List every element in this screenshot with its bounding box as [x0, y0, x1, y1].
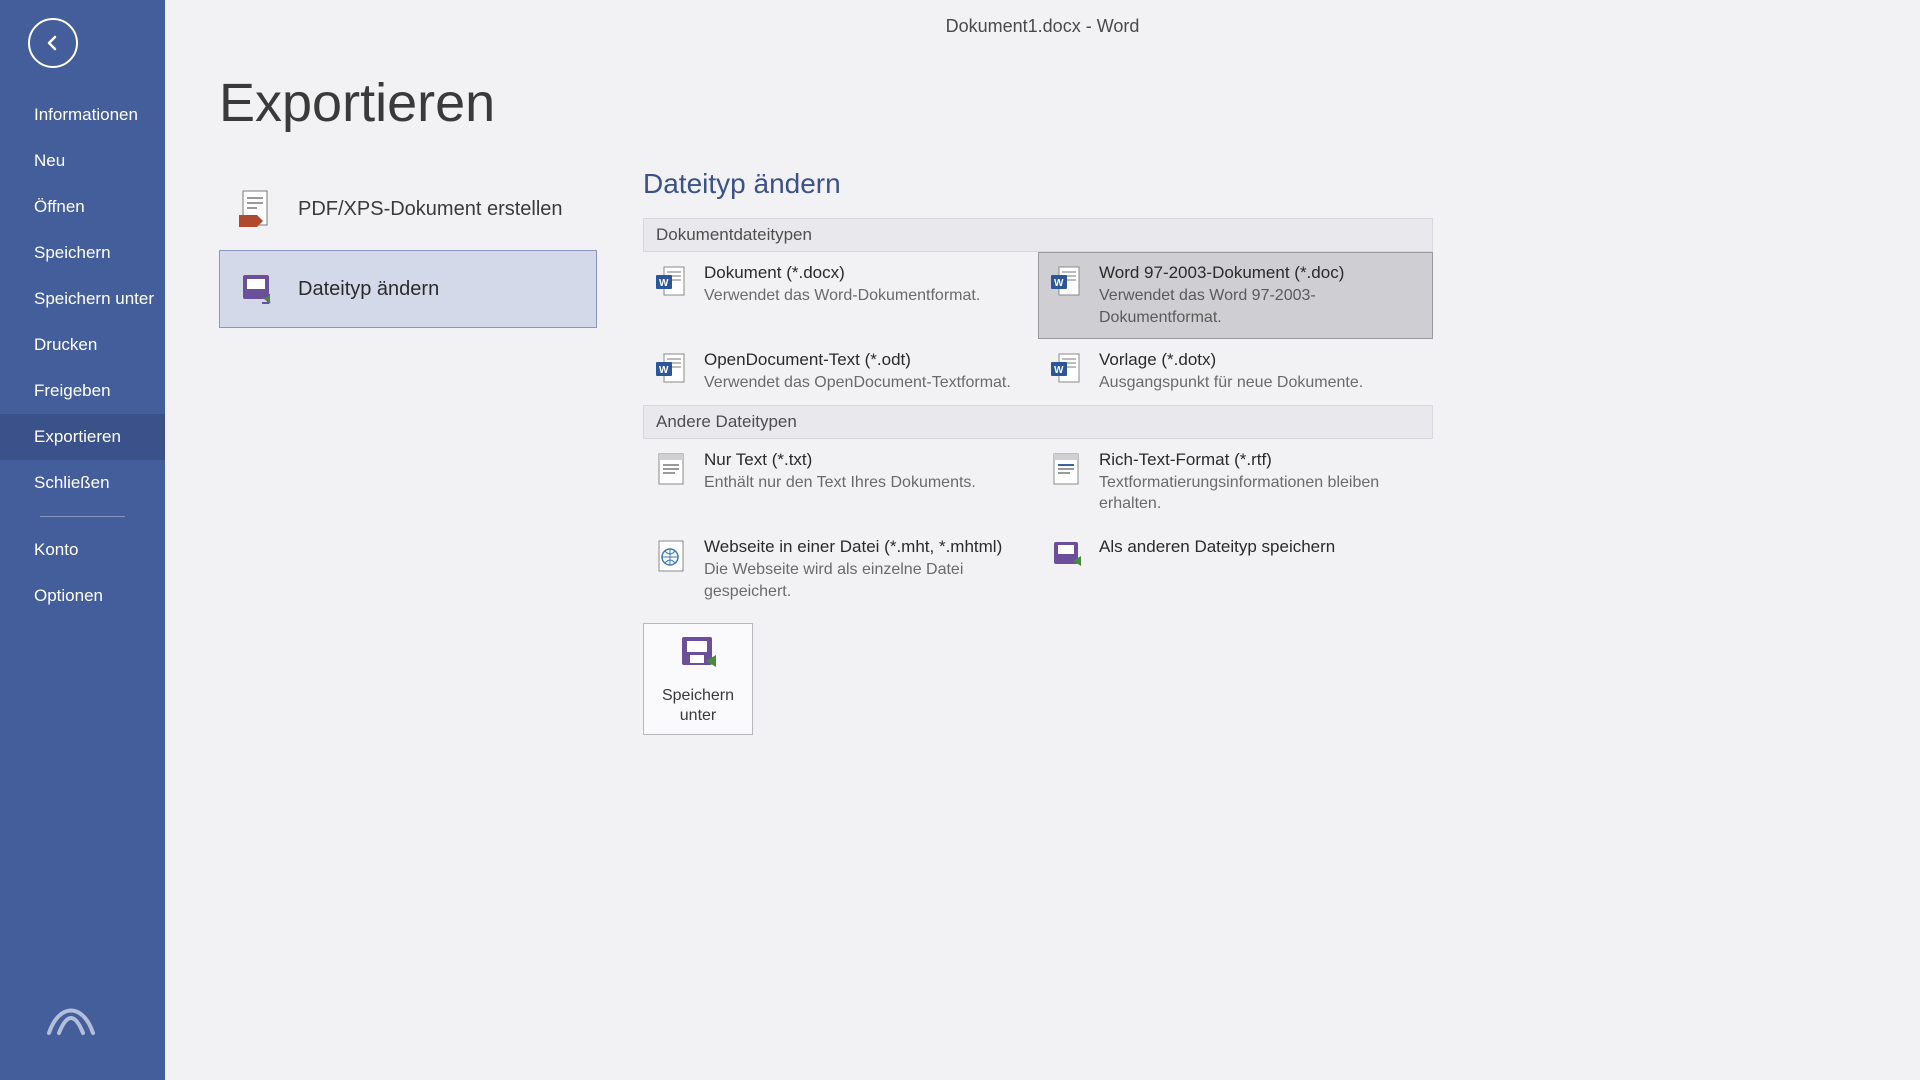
filetype-other[interactable]: Als anderen Dateityp speichern — [1038, 526, 1433, 613]
export-option-change-filetype[interactable]: Dateityp ändern — [219, 250, 597, 328]
save-as-button-label: Speichern unter — [644, 686, 752, 726]
word-icon: W — [1051, 350, 1085, 391]
filetype-desc: Enthält nur den Text Ihres Dokuments. — [704, 472, 976, 494]
filetype-name: Webseite in einer Datei (*.mht, *.mhtml) — [704, 537, 1025, 557]
filetype-name: Als anderen Dateityp speichern — [1099, 537, 1335, 557]
filetype-dotx[interactable]: W Vorlage (*.dotx) Ausgangspunkt für neu… — [1038, 339, 1433, 405]
sidebar-item-optionen[interactable]: Optionen — [0, 573, 165, 619]
word-icon: W — [656, 263, 690, 304]
filetype-desc: Verwendet das Word 97-2003-Dokumentforma… — [1099, 285, 1420, 328]
filetype-rtf[interactable]: Rich-Text-Format (*.rtf) Textformatierun… — [1038, 439, 1433, 526]
filetype-desc: Ausgangspunkt für neue Dokumente. — [1099, 372, 1363, 394]
word-icon: W — [656, 350, 690, 391]
main-area: Dokument1.docx - Word Exportieren PDF/XP… — [165, 0, 1920, 1080]
rtf-file-icon — [1051, 450, 1085, 491]
sidebar-nav: Informationen Neu Öffnen Speichern Speic… — [0, 92, 165, 619]
change-filetype-icon — [236, 271, 276, 307]
sidebar-item-speichern-unter[interactable]: Speichern unter — [0, 276, 165, 322]
export-option-pdf-xps[interactable]: PDF/XPS-Dokument erstellen — [219, 168, 597, 250]
pdf-xps-icon — [236, 189, 276, 229]
filetype-name: Nur Text (*.txt) — [704, 450, 976, 470]
filetype-name: Word 97-2003-Dokument (*.doc) — [1099, 263, 1420, 283]
export-option-label: Dateityp ändern — [298, 278, 439, 301]
sidebar-item-konto[interactable]: Konto — [0, 527, 165, 573]
svg-text:W: W — [659, 278, 669, 289]
sidebar-item-informationen[interactable]: Informationen — [0, 92, 165, 138]
back-button[interactable] — [28, 18, 78, 68]
svg-text:W: W — [659, 365, 669, 376]
filetype-docx[interactable]: W Dokument (*.docx) Verwendet das Word-D… — [643, 252, 1038, 339]
sidebar-item-freigeben[interactable]: Freigeben — [0, 368, 165, 414]
group-header-other-types: Andere Dateitypen — [643, 405, 1433, 439]
filetype-desc: Verwendet das Word-Dokumentformat. — [704, 285, 980, 307]
word-icon: W — [1051, 263, 1085, 304]
sidebar-item-drucken[interactable]: Drucken — [0, 322, 165, 368]
text-file-icon — [656, 450, 690, 491]
filetype-name: Dokument (*.docx) — [704, 263, 980, 283]
document-types-grid: W Dokument (*.docx) Verwendet das Word-D… — [643, 252, 1433, 405]
filetype-doc[interactable]: W Word 97-2003-Dokument (*.doc) Verwende… — [1038, 252, 1433, 339]
filetype-txt[interactable]: Nur Text (*.txt) Enthält nur den Text Ih… — [643, 439, 1038, 526]
sidebar-separator — [40, 516, 125, 517]
arrow-left-icon — [41, 31, 65, 55]
window-title: Dokument1.docx - Word — [165, 16, 1920, 37]
export-option-label: PDF/XPS-Dokument erstellen — [298, 198, 563, 221]
app-logo-icon — [36, 983, 106, 1052]
svg-text:W: W — [1054, 365, 1064, 376]
sidebar-item-schliessen[interactable]: Schließen — [0, 460, 165, 506]
save-icon — [678, 633, 718, 678]
sidebar-item-oeffnen[interactable]: Öffnen — [0, 184, 165, 230]
filetype-desc: Die Webseite wird als einzelne Datei ges… — [704, 559, 1025, 602]
export-options-list: PDF/XPS-Dokument erstellen Dateityp ände… — [219, 168, 597, 328]
svg-text:W: W — [1054, 278, 1064, 289]
filetype-name: Vorlage (*.dotx) — [1099, 350, 1363, 370]
save-as-other-icon — [1051, 537, 1085, 576]
detail-title: Dateityp ändern — [643, 168, 1433, 200]
save-as-button[interactable]: Speichern unter — [643, 623, 753, 735]
sidebar-item-neu[interactable]: Neu — [0, 138, 165, 184]
backstage-sidebar: Informationen Neu Öffnen Speichern Speic… — [0, 0, 165, 1080]
sidebar-item-speichern[interactable]: Speichern — [0, 230, 165, 276]
filetype-detail-area: Dateityp ändern Dokumentdateitypen W Dok… — [643, 168, 1433, 735]
filetype-desc: Textformatierungsinformationen bleiben e… — [1099, 472, 1420, 515]
filetype-mht[interactable]: Webseite in einer Datei (*.mht, *.mhtml)… — [643, 526, 1038, 613]
filetype-desc: Verwendet das OpenDocument-Textformat. — [704, 372, 1011, 394]
sidebar-item-exportieren[interactable]: Exportieren — [0, 414, 165, 460]
other-types-grid: Nur Text (*.txt) Enthält nur den Text Ih… — [643, 439, 1433, 613]
filetype-name: OpenDocument-Text (*.odt) — [704, 350, 1011, 370]
filetype-name: Rich-Text-Format (*.rtf) — [1099, 450, 1420, 470]
group-header-document-types: Dokumentdateitypen — [643, 218, 1433, 252]
web-file-icon — [656, 537, 690, 578]
filetype-odt[interactable]: W OpenDocument-Text (*.odt) Verwendet da… — [643, 339, 1038, 405]
page-title: Exportieren — [219, 72, 1920, 134]
